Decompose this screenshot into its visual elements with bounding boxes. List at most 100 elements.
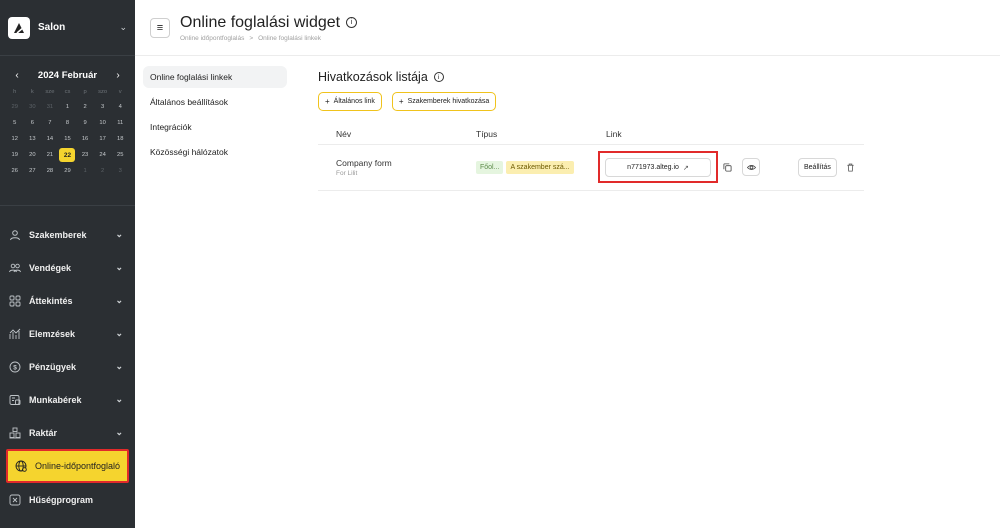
calendar-day[interactable]: 27 — [24, 164, 42, 178]
sidebar: Salon ⌄ ‹ 2024 Február › h k sze cs p szo v 29 3… — [0, 0, 135, 528]
loyalty-icon — [8, 493, 22, 507]
chevron-down-icon: ⌄ — [115, 295, 123, 305]
chevron-down-icon: ⌄ — [115, 394, 123, 404]
add-specialists-link-button[interactable]: + Szakemberek hivatkozása — [391, 92, 497, 111]
chevron-down-icon: ⌄ — [115, 361, 123, 371]
sidebar-item-label: Pénzügyek — [29, 361, 77, 372]
subnav-item-integrations[interactable]: Integrációk — [143, 116, 287, 138]
calendar-next-button[interactable]: › — [111, 70, 125, 81]
plus-icon: + — [325, 97, 330, 106]
calendar-day[interactable]: 12 — [6, 132, 24, 146]
calendar-day[interactable]: 2 — [94, 164, 112, 178]
breadcrumb-item: Online foglalási linkek — [258, 34, 321, 42]
sidebar-item-vendegek[interactable]: Vendégek ⌄ — [0, 251, 135, 284]
calendar-day[interactable]: 2 — [76, 100, 94, 114]
sidebar-item-husegprogram[interactable]: Hűségprogram — [0, 483, 135, 516]
calendar-weekday: h — [13, 89, 17, 95]
subnav-item-general-settings[interactable]: Általános beállítások — [143, 91, 287, 113]
app: Salon ⌄ ‹ 2024 Február › h k sze cs p szo v 29 3… — [0, 0, 1000, 528]
calendar-day[interactable]: 31 — [41, 100, 59, 114]
calendar-day[interactable]: 6 — [24, 116, 42, 130]
sidebar-item-attekintes[interactable]: Áttekintés ⌄ — [0, 284, 135, 317]
calendar-day[interactable]: 1 — [59, 100, 77, 114]
globe-icon — [14, 459, 28, 473]
row-settings-button[interactable]: Beállítás — [798, 158, 837, 177]
panel-title-row: Hivatkozások listája i — [318, 70, 977, 84]
add-general-link-button[interactable]: + Általános link — [318, 92, 382, 111]
calendar-day[interactable]: 13 — [24, 132, 42, 146]
booking-link-button[interactable]: n771973.alteg.io ↗ — [605, 158, 711, 177]
sidebar-item-label: Áttekintés — [29, 295, 73, 306]
calendar-day-today[interactable]: 22 — [59, 148, 77, 162]
subnav-item-social-networks[interactable]: Közösségi hálózatok — [143, 141, 287, 163]
calendar-day[interactable]: 7 — [41, 116, 59, 130]
users-icon — [8, 261, 22, 275]
sidebar-item-label: Elemzések — [29, 328, 76, 339]
calendar-day[interactable]: 14 — [41, 132, 59, 146]
chevron-down-icon: ⌄ — [115, 427, 123, 437]
preview-link-button[interactable] — [742, 158, 760, 176]
calendar-day[interactable]: 24 — [94, 148, 112, 162]
brand-switcher[interactable]: Salon ⌄ — [0, 0, 135, 56]
sidebar-item-munkaberek[interactable]: Munkabérek ⌄ — [0, 383, 135, 416]
hamburger-icon: ≡ — [156, 21, 164, 34]
calendar-day[interactable]: 29 — [59, 164, 77, 178]
grid-icon — [8, 294, 22, 308]
column-header-name: Név — [336, 128, 352, 139]
main-area: ≡ Online foglalási widget i Online időpo… — [135, 0, 1000, 528]
booking-link-text: n771973.alteg.io — [627, 164, 679, 171]
calendar-day[interactable]: 8 — [59, 116, 77, 130]
breadcrumb-item[interactable]: Online időpontfoglalás — [180, 35, 244, 42]
calendar-day[interactable]: 9 — [76, 116, 94, 130]
svg-text:$: $ — [13, 364, 17, 371]
info-icon[interactable]: i — [346, 17, 358, 28]
copy-link-button[interactable] — [718, 158, 736, 176]
person-icon — [8, 228, 22, 242]
sidebar-item-penzugyek[interactable]: $ Pénzügyek ⌄ — [0, 350, 135, 383]
calendar-day[interactable]: 23 — [76, 148, 94, 162]
calendar-day[interactable]: 20 — [24, 148, 42, 162]
calendar-day[interactable]: 28 — [41, 164, 59, 178]
dollar-icon: $ — [8, 360, 22, 374]
calendar-weekday: sze — [45, 89, 55, 95]
sidebar-item-raktar[interactable]: Raktár ⌄ — [0, 416, 135, 449]
calendar-day[interactable]: 18 — [111, 132, 129, 146]
calendar-day[interactable]: 16 — [76, 132, 94, 146]
calendar-title: 2024 Február — [37, 70, 98, 81]
calendar-prev-button[interactable]: ‹ — [10, 70, 24, 81]
panel-title: Hivatkozások listája — [318, 70, 428, 84]
calendar-day[interactable]: 3 — [94, 100, 112, 114]
calendar-day[interactable]: 29 — [6, 100, 24, 114]
sidebar-item-online-idopontfoglalo[interactable]: Online-időpontfoglaló — [6, 449, 129, 483]
type-tag: Főol... — [476, 161, 504, 174]
subnav-item-booking-links[interactable]: Online foglalási linkek — [143, 66, 287, 88]
type-tag: A szakember szá... — [506, 161, 574, 174]
calendar-day[interactable]: 3 — [111, 164, 129, 178]
calendar-day[interactable]: 1 — [76, 164, 94, 178]
chevron-down-icon: ⌄ — [119, 22, 127, 32]
sidebar-item-szakemberek[interactable]: Szakemberek ⌄ — [0, 218, 135, 251]
calendar-day[interactable]: 30 — [24, 100, 42, 114]
calendar-day[interactable]: 21 — [41, 148, 59, 162]
calendar-day[interactable]: 25 — [111, 148, 129, 162]
sidebar-item-label: Hűségprogram — [29, 494, 94, 505]
calendar-day[interactable]: 19 — [6, 148, 24, 162]
chevron-down-icon: ⌄ — [115, 328, 123, 338]
calendar-grid: h k sze cs p szo v 29 30 31 1 2 3 4 5 6 7 8 9 10 11 12 13 14 15 1… — [6, 86, 129, 178]
page-title-row: Online foglalási widget i — [180, 14, 358, 32]
calendar-day[interactable]: 15 — [59, 132, 77, 146]
calendar-day[interactable]: 26 — [6, 164, 24, 178]
breadcrumb: Online időpontfoglalás > Online foglalás… — [180, 35, 357, 42]
calendar-day[interactable]: 11 — [111, 116, 129, 130]
info-icon[interactable]: i — [433, 72, 444, 82]
menu-toggle-button[interactable]: ≡ — [150, 17, 170, 38]
calendar-day[interactable]: 17 — [94, 132, 112, 146]
calendar-day[interactable]: 10 — [94, 116, 112, 130]
sidebar-item-label: Vendégek — [29, 262, 72, 273]
calendar-day[interactable]: 5 — [6, 116, 24, 130]
payroll-icon — [8, 393, 22, 407]
sidebar-item-elemzesek[interactable]: Elemzések ⌄ — [0, 317, 135, 350]
delete-link-button[interactable] — [844, 161, 856, 173]
sidebar-nav: Szakemberek ⌄ Vendégek ⌄ Áttekintés ⌄ El… — [0, 206, 135, 516]
calendar-day[interactable]: 4 — [111, 100, 129, 114]
